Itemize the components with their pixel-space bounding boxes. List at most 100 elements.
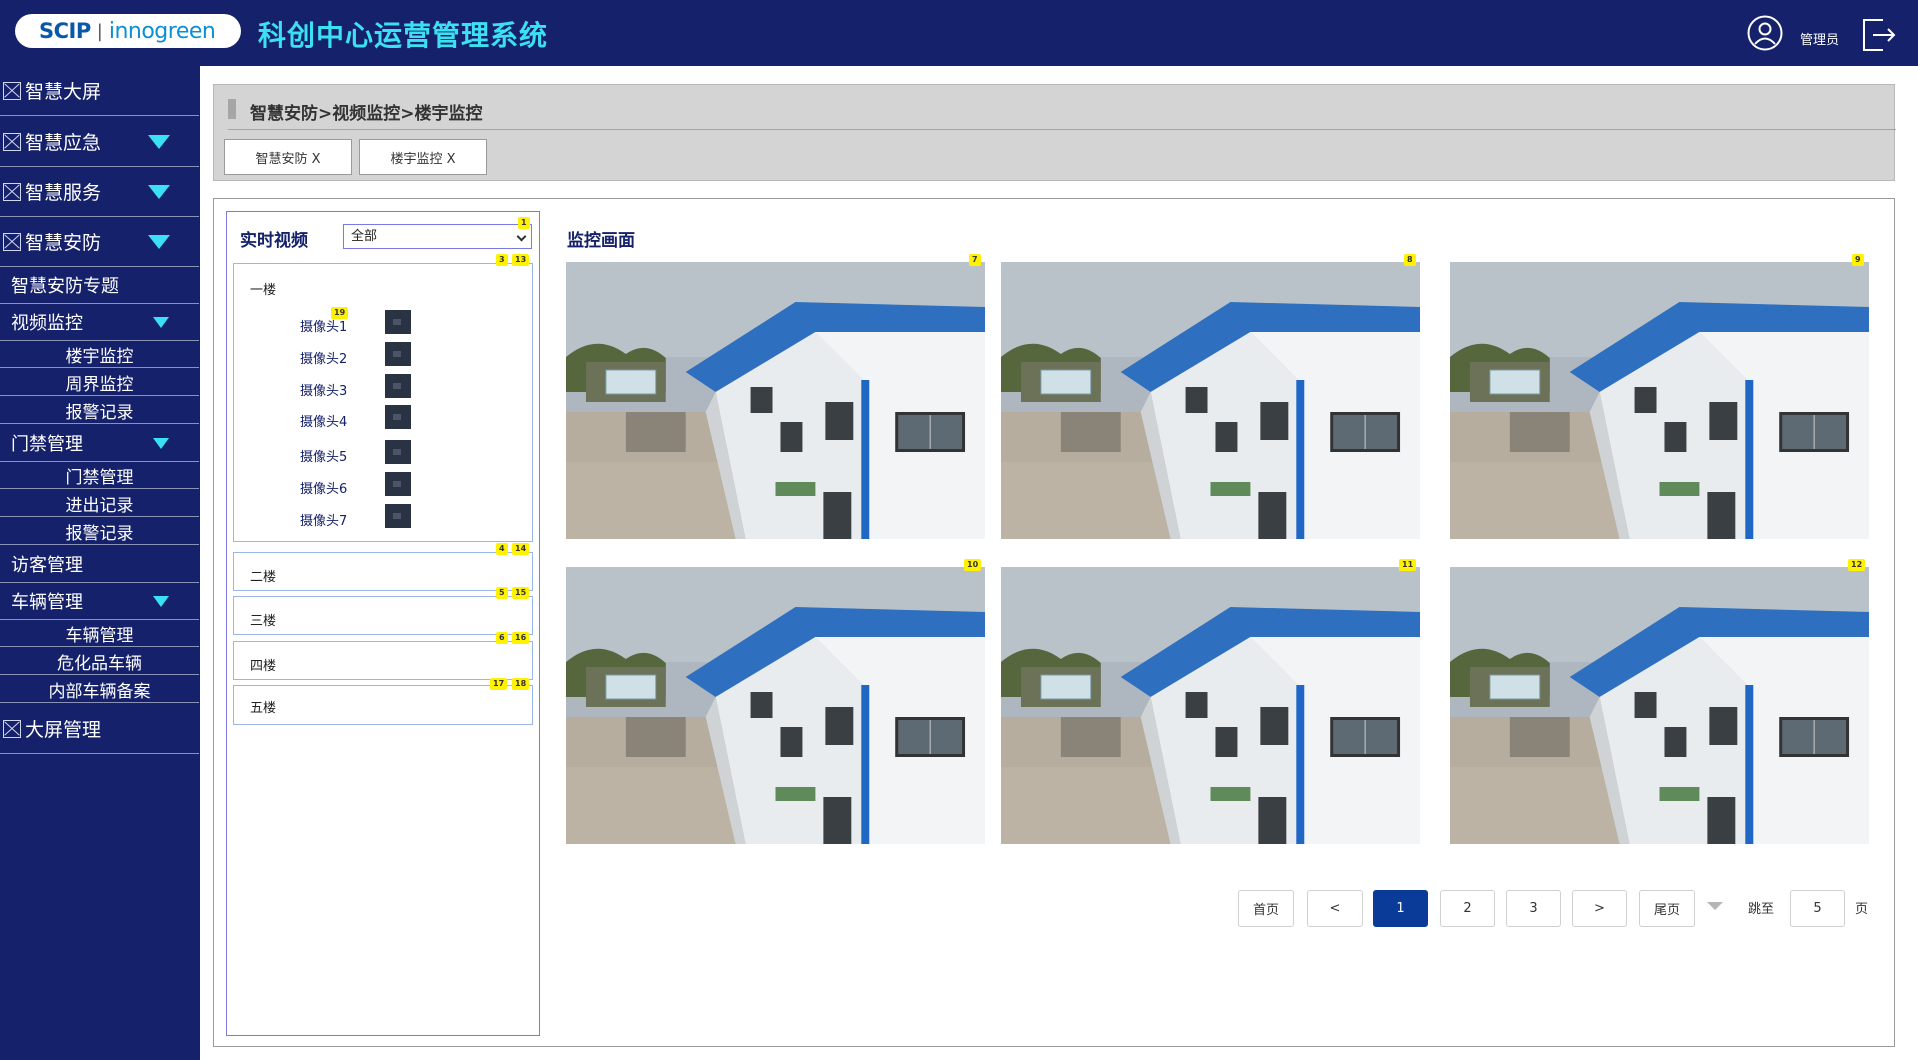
- camera-link-6[interactable]: 摄像头6: [300, 478, 347, 497]
- page-button-3[interactable]: 3: [1506, 890, 1561, 927]
- sidebar-item-smart-screen[interactable]: 智慧大屏: [0, 66, 199, 116]
- sidebar-item-label: 内部车辆备案: [48, 681, 151, 702]
- chevron-down-icon: [153, 317, 169, 328]
- sidebar-item-smart-service[interactable]: 智慧服务: [0, 167, 199, 217]
- floor-label: 一楼: [250, 283, 277, 298]
- user-name[interactable]: 管理员: [1800, 29, 1839, 48]
- warehouse-scene: [1450, 567, 1869, 844]
- sidebar-item-access-alarm-record[interactable]: 报警记录: [0, 518, 199, 545]
- sidebar-item-screen-management[interactable]: 大屏管理: [0, 704, 199, 754]
- sidebar-item-video-monitor[interactable]: 视频监控: [0, 304, 199, 341]
- broken-image-icon: [3, 132, 21, 151]
- floor-group-3[interactable]: 三楼: [233, 596, 533, 635]
- badge: 4: [496, 543, 508, 555]
- floor-group-4[interactable]: 四楼: [233, 641, 533, 680]
- sidebar-item-internal-vehicle-filing[interactable]: 内部车辆备案: [0, 676, 199, 703]
- jump-label: 跳至: [1748, 902, 1775, 917]
- realtime-video-title: 实时视频: [240, 231, 308, 251]
- badge: 18: [512, 678, 530, 690]
- camera-link-2[interactable]: 摄像头2: [300, 348, 347, 367]
- caret-down-icon[interactable]: [1707, 902, 1723, 910]
- camera-link-5[interactable]: 摄像头5: [300, 446, 347, 465]
- jump-page-input[interactable]: 5: [1790, 890, 1845, 927]
- page-button-1[interactable]: 1: [1373, 890, 1428, 927]
- breadcrumb-marker: [228, 99, 236, 119]
- badge: 5: [496, 587, 508, 599]
- broken-image-icon: [3, 232, 21, 251]
- floor-label: 四楼: [250, 659, 277, 674]
- next-page-button[interactable]: >: [1572, 890, 1627, 927]
- tab-building-monitor[interactable]: 楼宇监控 X: [359, 139, 487, 175]
- camera-icon[interactable]: [385, 374, 411, 398]
- camera-icon[interactable]: [385, 310, 411, 334]
- sidebar-item-access-management[interactable]: 门禁管理: [0, 462, 199, 489]
- sidebar: 智慧大屏 智慧应急 智慧服务 智慧安防 智慧安防专题 视频监控 楼宇监控 周界监…: [0, 66, 200, 1060]
- floor-group-1[interactable]: 一楼: [233, 263, 533, 542]
- chevron-down-icon: [153, 438, 169, 449]
- logo-scip: SCIP: [39, 19, 91, 43]
- sidebar-item-vehicle-management-sub[interactable]: 车辆管理: [0, 620, 199, 647]
- badge: 17: [490, 678, 508, 690]
- camera-icon[interactable]: [385, 472, 411, 496]
- badge: 12: [1848, 559, 1866, 571]
- camera-link-7[interactable]: 摄像头7: [300, 510, 347, 529]
- tab-smart-security[interactable]: 智慧安防 X: [224, 139, 352, 175]
- sidebar-item-entry-exit-record[interactable]: 进出记录: [0, 490, 199, 517]
- user-avatar-icon[interactable]: [1747, 15, 1783, 51]
- video-feed-6[interactable]: [1450, 567, 1869, 844]
- select-value: 全部: [351, 229, 378, 244]
- sidebar-item-hazmat-vehicle[interactable]: 危化品车辆: [0, 648, 199, 675]
- sidebar-item-smart-security[interactable]: 智慧安防: [0, 217, 199, 267]
- app-title: 科创中心运营管理系统: [258, 19, 549, 52]
- logout-icon[interactable]: [1859, 16, 1897, 54]
- video-feed-1[interactable]: [566, 262, 985, 539]
- prev-page-button[interactable]: <: [1307, 890, 1363, 927]
- sidebar-item-building-monitor[interactable]: 楼宇监控: [0, 341, 199, 368]
- sidebar-item-label: 视频监控: [11, 313, 83, 334]
- warehouse-scene: [566, 567, 985, 844]
- chevron-down-icon: [516, 231, 527, 242]
- video-feed-5[interactable]: [1001, 567, 1420, 844]
- sidebar-item-visitor-management[interactable]: 访客管理: [0, 546, 199, 583]
- badge: 3: [496, 254, 508, 266]
- floor-label: 五楼: [250, 701, 277, 716]
- sidebar-item-label: 周界监控: [65, 374, 134, 395]
- floor-group-2[interactable]: 二楼: [233, 552, 533, 591]
- sidebar-item-access-control[interactable]: 门禁管理: [0, 425, 199, 462]
- sidebar-item-label: 门禁管理: [65, 467, 134, 488]
- floor-filter-select[interactable]: 全部: [343, 224, 532, 249]
- badge: 9: [1852, 254, 1864, 266]
- sidebar-item-alarm-record[interactable]: 报警记录: [0, 397, 199, 424]
- floor-group-5[interactable]: 五楼: [233, 685, 533, 725]
- broken-image-icon: [3, 182, 21, 201]
- chevron-down-icon: [148, 185, 170, 199]
- monitor-title: 监控画面: [567, 231, 635, 251]
- floor-label: 二楼: [250, 570, 277, 585]
- divider: [228, 129, 1896, 130]
- camera-icon[interactable]: [385, 342, 411, 366]
- page-button-2[interactable]: 2: [1440, 890, 1495, 927]
- camera-icon[interactable]: [385, 440, 411, 464]
- sidebar-item-label: 访客管理: [11, 555, 83, 576]
- warehouse-scene: [1001, 567, 1420, 844]
- sidebar-item-perimeter-monitor[interactable]: 周界监控: [0, 369, 199, 396]
- badge: 11: [1399, 559, 1417, 571]
- broken-image-icon: [3, 719, 21, 738]
- sidebar-item-smart-emergency[interactable]: 智慧应急: [0, 117, 199, 167]
- badge: 6: [496, 632, 508, 644]
- sidebar-item-security-topic[interactable]: 智慧安防专题: [0, 267, 199, 304]
- first-page-button[interactable]: 首页: [1238, 890, 1294, 927]
- last-page-button[interactable]: 尾页: [1639, 890, 1695, 927]
- video-feed-4[interactable]: [566, 567, 985, 844]
- camera-link-3[interactable]: 摄像头3: [300, 380, 347, 399]
- camera-icon[interactable]: [385, 504, 411, 528]
- sidebar-item-vehicle-management[interactable]: 车辆管理: [0, 583, 199, 620]
- camera-icon[interactable]: [385, 405, 411, 429]
- camera-link-4[interactable]: 摄像头4: [300, 411, 347, 430]
- sidebar-item-label: 车辆管理: [65, 625, 134, 646]
- video-feed-3[interactable]: [1450, 262, 1869, 539]
- badge: 15: [512, 587, 530, 599]
- sidebar-item-label: 报警记录: [65, 523, 134, 544]
- breadcrumb-panel: 智慧安防>视频监控>楼宇监控 智慧安防 X 楼宇监控 X: [213, 84, 1896, 181]
- video-feed-2[interactable]: [1001, 262, 1420, 539]
